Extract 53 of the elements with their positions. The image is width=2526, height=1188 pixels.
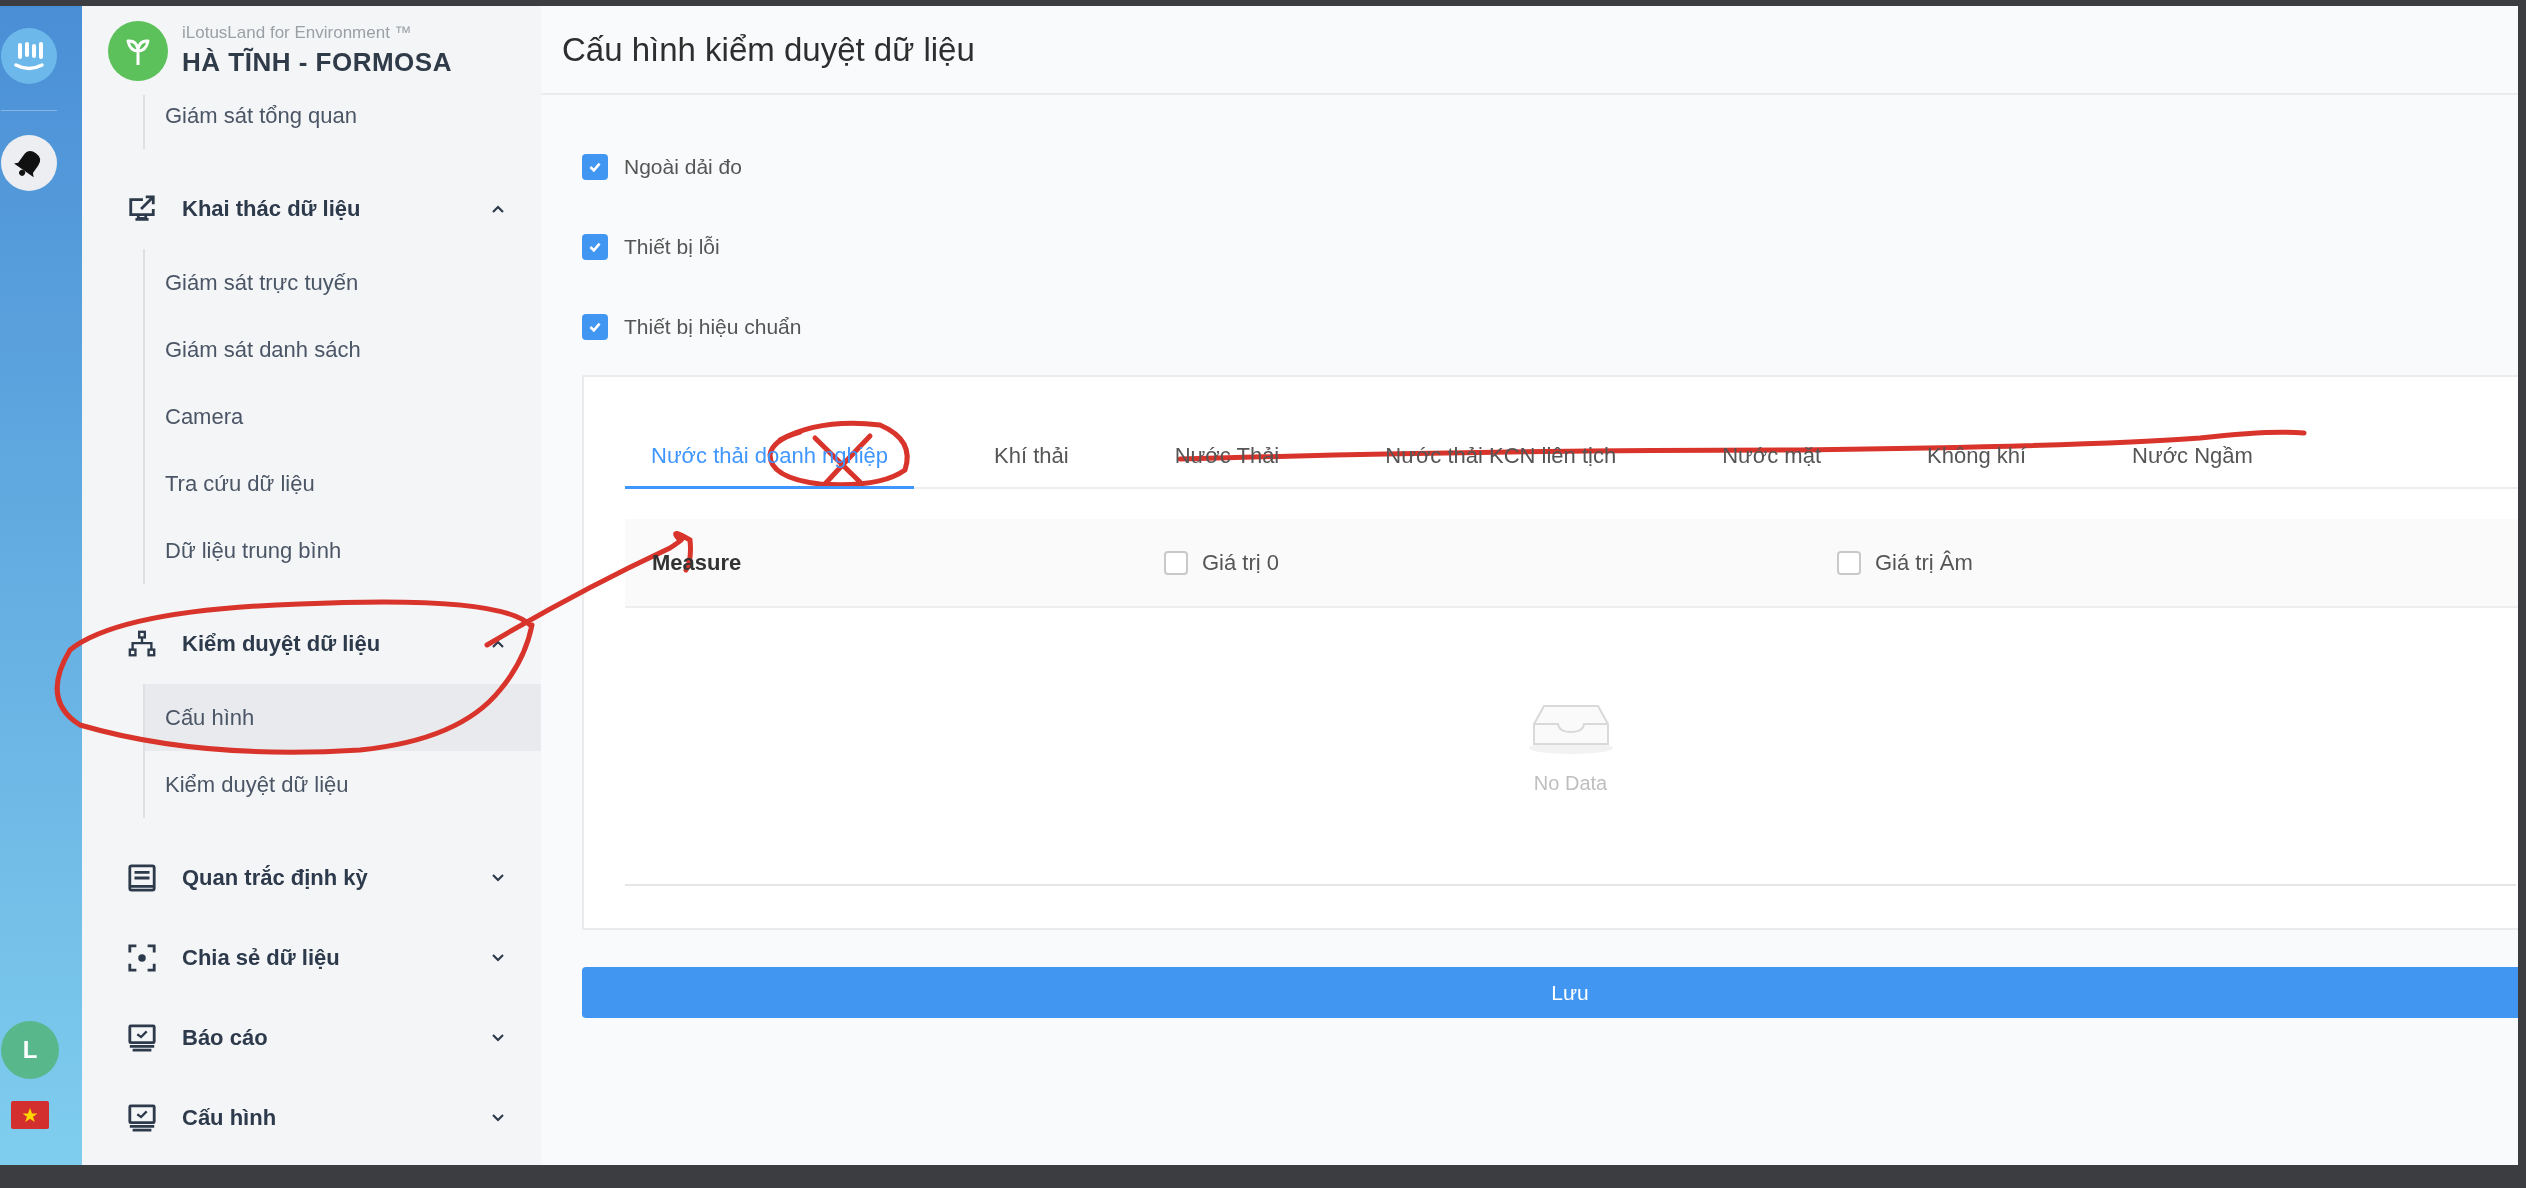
monitor-check-icon xyxy=(127,1023,157,1053)
menu-group[interactable]: Chia sẻ dữ liệu xyxy=(82,918,541,998)
menu-item[interactable]: Kiểm duyệt dữ liệu xyxy=(145,751,541,818)
chevron-down-icon xyxy=(491,873,505,883)
checkbox[interactable] xyxy=(582,154,608,180)
hierarchy-icon xyxy=(127,629,157,659)
chevron-up-icon xyxy=(491,204,505,214)
menu-item[interactable]: Giám sát danh sách xyxy=(145,316,541,383)
empty-message: No Data xyxy=(1533,771,1608,795)
checkbox-label: Thiết bị lỗi xyxy=(624,235,720,259)
tab[interactable]: Khí thải xyxy=(968,425,1095,489)
menu-item[interactable]: Dữ liệu trung bình xyxy=(145,517,541,584)
checkbox[interactable] xyxy=(1837,550,1861,575)
checkbox[interactable] xyxy=(582,234,608,260)
menu-group-label: Cấu hình xyxy=(182,1105,278,1131)
menu-group-label: Quan trắc định kỳ xyxy=(182,865,369,891)
document-icon xyxy=(127,863,157,893)
menu-item[interactable]: Giám sát trực tuyến xyxy=(145,249,541,316)
tab[interactable]: Nước Ngầm xyxy=(2106,425,2279,489)
checkbox[interactable] xyxy=(1164,550,1188,575)
brand-title: HÀ TĨNH - FORMOSA xyxy=(182,47,452,78)
checkbox-label: Ngoài dải đo xyxy=(624,155,742,179)
brand-subtitle: iLotusLand for Environment ™ xyxy=(182,23,413,43)
menu-group[interactable]: Báo cáo xyxy=(82,998,541,1078)
bell-icon[interactable] xyxy=(1,135,57,191)
menu-group-label: Chia sẻ dữ liệu xyxy=(182,945,341,971)
checkbox[interactable] xyxy=(582,314,608,340)
menu-group[interactable]: Cấu hình xyxy=(82,1078,541,1158)
menu-item[interactable]: Cấu hình xyxy=(145,684,541,751)
menu-group-label: Kiểm duyệt dữ liệu xyxy=(182,631,382,657)
column-header: Giá trị 0 xyxy=(1202,549,1280,576)
chevron-down-icon xyxy=(491,953,505,963)
column-header: Giá trị Âm xyxy=(1875,549,1973,576)
sprout-icon xyxy=(108,20,168,81)
chevron-down-icon xyxy=(491,1033,505,1043)
menu-group[interactable]: Kiểm duyệt dữ liệu xyxy=(82,604,541,684)
menu-group-label: Báo cáo xyxy=(182,1025,269,1051)
menu-item[interactable]: Giám sát tổng quan xyxy=(145,95,541,149)
monitor-check-icon xyxy=(127,1103,157,1133)
menu-group[interactable]: Quan trắc định kỳ xyxy=(82,838,541,918)
menu-group[interactable]: Khai thác dữ liệu xyxy=(82,169,541,249)
logo-icon[interactable] xyxy=(1,28,57,84)
menu-item[interactable]: Camera xyxy=(145,383,541,450)
tab[interactable]: Không khí xyxy=(1901,425,2053,489)
focus-frame-icon xyxy=(127,943,157,973)
flag-icon[interactable] xyxy=(11,1101,49,1129)
menu-item[interactable]: Tra cứu dữ liệu xyxy=(145,450,541,517)
menu-group-label: Khai thác dữ liệu xyxy=(182,196,362,222)
monitor-arrow-icon xyxy=(127,194,157,224)
chevron-down-icon xyxy=(491,1113,505,1123)
chevron-up-icon xyxy=(491,639,505,649)
page-title: Cấu hình kiểm duyệt dữ liệu xyxy=(562,30,975,69)
checkbox-label: Thiết bị hiệu chuẩn xyxy=(624,315,802,339)
